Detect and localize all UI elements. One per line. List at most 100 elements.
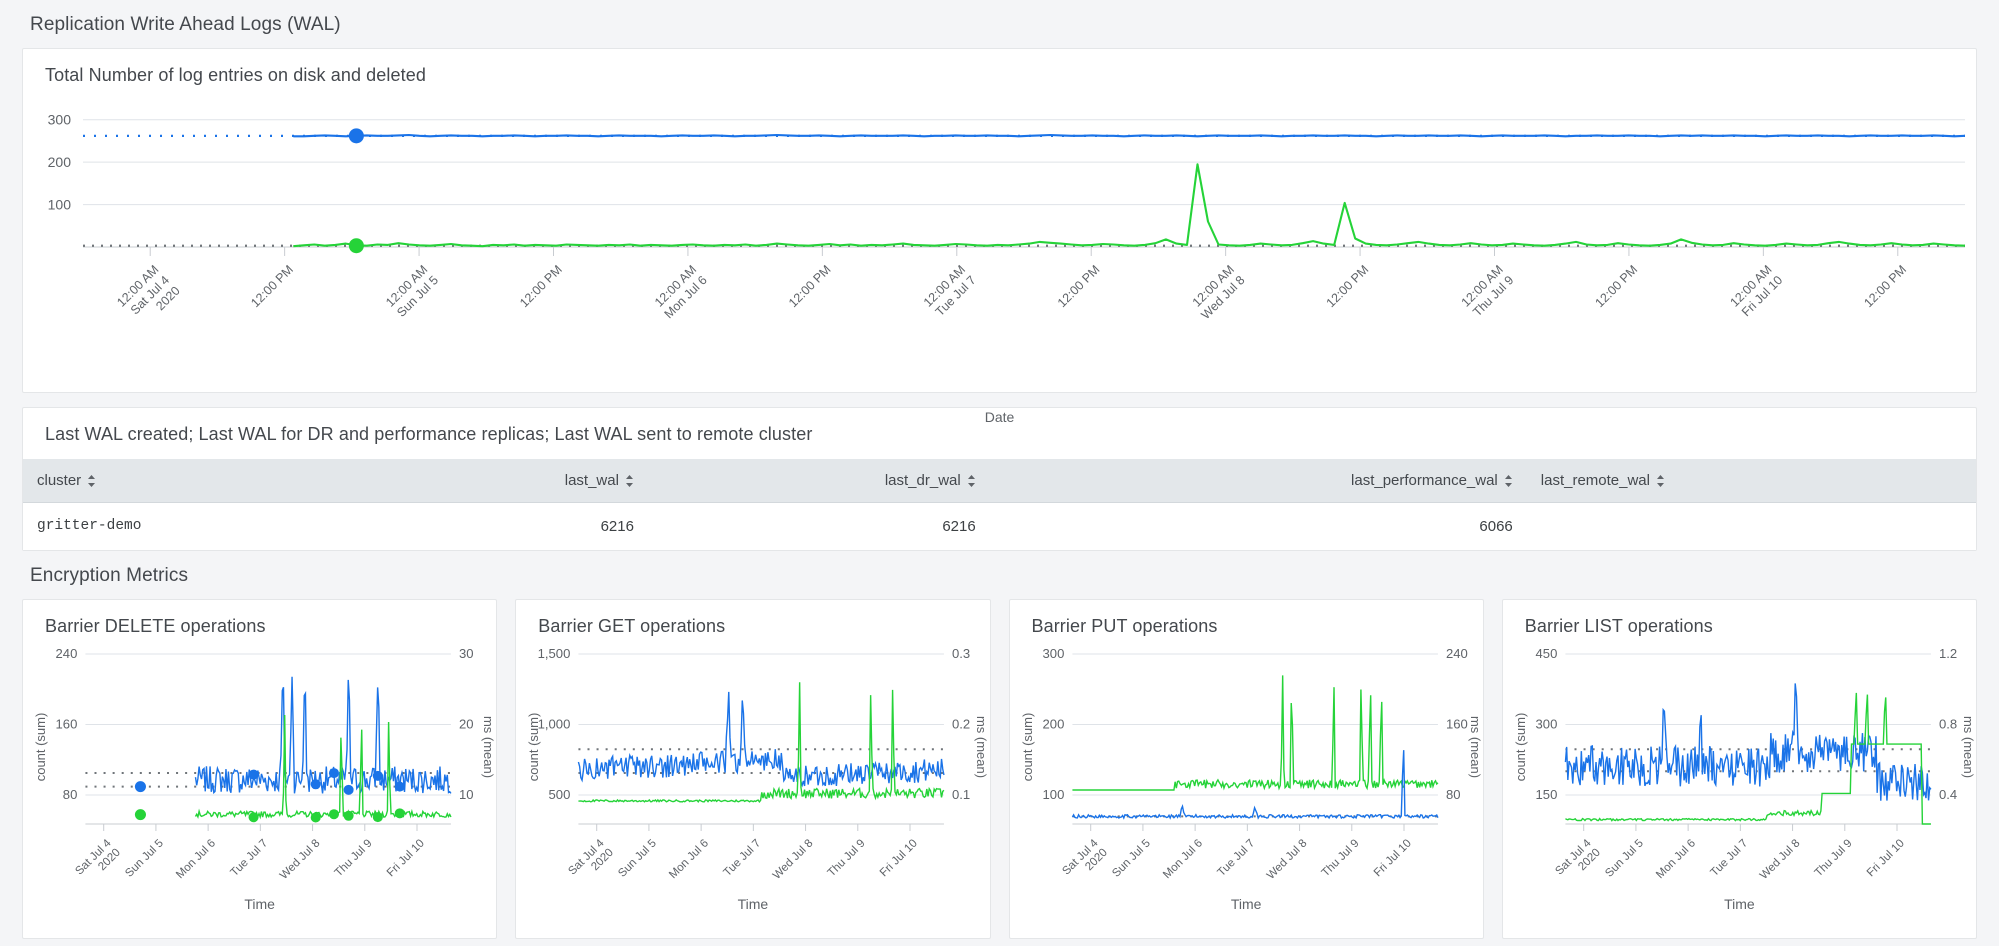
metric-panel-title: Barrier DELETE operations [45, 616, 266, 636]
svg-text:Sun Jul 5: Sun Jul 5 [617, 837, 660, 879]
svg-text:12:00 PM: 12:00 PM [786, 262, 834, 310]
metric-chart-plot[interactable]: 450 300 150 1.2 0.8 0.4 count (sum) ms (mean) Sa… [1503, 636, 1976, 886]
svg-text:20: 20 [459, 717, 474, 732]
metric-panel-barrier-put-operations: Barrier PUT operations 300 200 100 240 160 80 c… [1008, 599, 1484, 939]
metric-x-axis-title: Time [1230, 896, 1262, 912]
table-header-label: last_remote_wal [1540, 472, 1650, 489]
svg-text:Fri Jul 10: Fri Jul 10 [1371, 837, 1413, 879]
svg-text:500: 500 [549, 787, 571, 802]
sort-arrows-icon[interactable] [1504, 474, 1513, 488]
metric-chart-svg: 24016080302010count (sum) ms (mean)Sat Ju… [33, 646, 496, 882]
svg-text:300: 300 [1535, 717, 1557, 732]
svg-text:160: 160 [1445, 717, 1467, 732]
svg-text:Fri Jul 10: Fri Jul 10 [385, 837, 427, 879]
svg-text:Thu Jul 9: Thu Jul 9 [333, 837, 375, 879]
svg-text:150: 150 [1535, 787, 1557, 802]
wal-table-header-row: cluster last_wal last_dr_wal last_performan… [23, 459, 1976, 503]
wal-section-heading: Replication Write Ahead Logs (WAL) [30, 14, 341, 35]
svg-text:0.1: 0.1 [952, 787, 970, 802]
encryption-metrics-row: Barrier DELETE operations 240 160 80 30 20 10 c… [22, 599, 1977, 939]
metric-x-axis-title: Time [1724, 896, 1755, 912]
svg-text:Wed Jul 8: Wed Jul 8 [278, 837, 323, 881]
svg-text:ms (mean): ms (mean) [974, 716, 989, 778]
dashboard-page: Replication Write Ahead Logs (WAL) Total… [0, 0, 1999, 946]
svg-text:count (sum): count (sum) [33, 713, 48, 782]
table-header-cluster[interactable]: cluster [23, 459, 384, 502]
svg-text:Tue Jul 7: Tue Jul 7 [1215, 837, 1257, 879]
svg-text:80: 80 [1445, 787, 1460, 802]
wal-x-axis-title: Date [984, 409, 1015, 425]
sort-arrows-icon[interactable] [625, 474, 634, 488]
svg-text:count (sum): count (sum) [526, 713, 541, 782]
svg-text:10: 10 [459, 787, 474, 802]
svg-text:Fri Jul 10: Fri Jul 10 [878, 837, 920, 879]
svg-text:12:00 PM: 12:00 PM [517, 262, 565, 310]
table-header-last-dr-wal[interactable]: last_dr_wal [648, 459, 990, 502]
sort-arrows-icon[interactable] [87, 474, 96, 488]
table-header-last-remote-wal[interactable]: last_remote_wal [1527, 459, 1976, 502]
wal-table-panel: Last WAL created; Last WAL for DR and pe… [22, 407, 1977, 551]
wal-chart-panel: Total Number of log entries on disk and … [22, 48, 1977, 425]
svg-text:30: 30 [459, 646, 474, 661]
table-header-last-wal[interactable]: last_wal [384, 459, 648, 502]
table-row[interactable]: gritter-demo 6216 6216 6066 [23, 503, 1976, 550]
svg-text:80: 80 [63, 787, 78, 802]
metric-chart-svg: 30020010024016080count (sum) ms (mean)Sat… [1020, 646, 1483, 882]
svg-text:300: 300 [1042, 646, 1064, 661]
svg-text:Mon Jul 6: Mon Jul 6 [1654, 837, 1698, 881]
table-cell-last-dr-wal: 6216 [942, 518, 976, 535]
svg-text:1.2: 1.2 [1939, 646, 1957, 661]
metric-chart-plot[interactable]: 1,500 1,000 500 0.3 0.2 0.1 count (sum) ms (mea… [516, 636, 989, 886]
svg-text:0.3: 0.3 [952, 646, 970, 661]
svg-text:Sun Jul 5: Sun Jul 5 [1110, 837, 1153, 879]
metric-chart-plot[interactable]: 240 160 80 30 20 10 count (sum) ms (mean) Sat Ju… [23, 636, 496, 886]
svg-text:0.4: 0.4 [1939, 787, 1957, 802]
svg-text:Tue Jul 7: Tue Jul 7 [228, 837, 270, 879]
svg-text:count (sum): count (sum) [1513, 713, 1528, 782]
svg-text:450: 450 [1535, 646, 1557, 661]
table-cell-last-remote-wal [1527, 503, 1976, 550]
svg-text:12:00 PM: 12:00 PM [1055, 262, 1103, 310]
svg-text:ms (mean): ms (mean) [481, 716, 496, 778]
svg-text:Mon Jul 6: Mon Jul 6 [1161, 837, 1205, 881]
table-header-last-performance-wal[interactable]: last_performance_wal [990, 459, 1527, 502]
metric-panel-title: Barrier LIST operations [1524, 616, 1713, 636]
table-cell-cluster: gritter-demo [37, 518, 142, 534]
sort-arrows-icon[interactable] [1656, 474, 1665, 488]
metric-chart-plot[interactable]: 300 200 100 240 160 80 count (sum) ms (mean) Sat… [1010, 636, 1483, 886]
svg-text:Fri Jul 10: Fri Jul 10 [1865, 837, 1907, 879]
svg-text:Thu Jul 9: Thu Jul 9 [1812, 837, 1854, 879]
svg-text:count (sum): count (sum) [1020, 713, 1035, 782]
metric-panel-title: Barrier GET operations [538, 616, 726, 636]
svg-text:12:00 PM: 12:00 PM [1593, 262, 1641, 310]
metric-panel-barrier-get-operations: Barrier GET operations 1,500 1,000 500 0.3 0.… [515, 599, 991, 939]
table-cell-last-performance-wal: 6066 [1479, 518, 1513, 535]
svg-text:Sun Jul 5: Sun Jul 5 [1603, 837, 1646, 879]
table-header-label: cluster [37, 472, 82, 489]
metric-chart-svg: 4503001501.20.80.4count (sum) ms (mean)Sa… [1513, 646, 1976, 882]
wal-chart-svg: 10020030012:00 AMSat Jul 42020 12:00 PM 12… [48, 112, 1966, 322]
sort-arrows-icon[interactable] [967, 474, 976, 488]
wal-chart-title: Total Number of log entries on disk and … [45, 65, 426, 85]
table-header-label: last_dr_wal [884, 472, 961, 489]
table-header-label: last_wal [564, 472, 619, 489]
svg-text:200: 200 [1042, 717, 1064, 732]
svg-text:Tue Jul 7: Tue Jul 7 [1708, 837, 1750, 879]
svg-text:Mon Jul 6: Mon Jul 6 [174, 837, 218, 881]
svg-text:100: 100 [48, 197, 72, 213]
metric-x-axis-title: Time [737, 896, 769, 912]
svg-text:Wed Jul 8: Wed Jul 8 [771, 837, 816, 881]
svg-text:12:00 PM: 12:00 PM [1324, 262, 1372, 310]
svg-text:12:00 PM: 12:00 PM [1861, 262, 1909, 310]
svg-text:Thu Jul 9: Thu Jul 9 [1319, 837, 1361, 879]
svg-text:160: 160 [56, 717, 78, 732]
svg-text:100: 100 [1042, 787, 1064, 802]
svg-text:Tue Jul 7: Tue Jul 7 [722, 837, 764, 879]
metric-chart-svg: 1,500 1,000 500 0.3 0.2 0.1 count (sum) ms (mea… [526, 646, 989, 882]
svg-text:Thu Jul 9: Thu Jul 9 [826, 837, 868, 879]
svg-text:0.8: 0.8 [1939, 717, 1957, 732]
wal-chart-plot[interactable]: 100 200 300 12:00 AM Sat Jul 4 2020 12:00 PM 12… [23, 95, 1976, 345]
svg-text:1,000: 1,000 [538, 717, 571, 732]
svg-text:200: 200 [48, 154, 72, 170]
svg-text:1,500: 1,500 [538, 646, 571, 661]
